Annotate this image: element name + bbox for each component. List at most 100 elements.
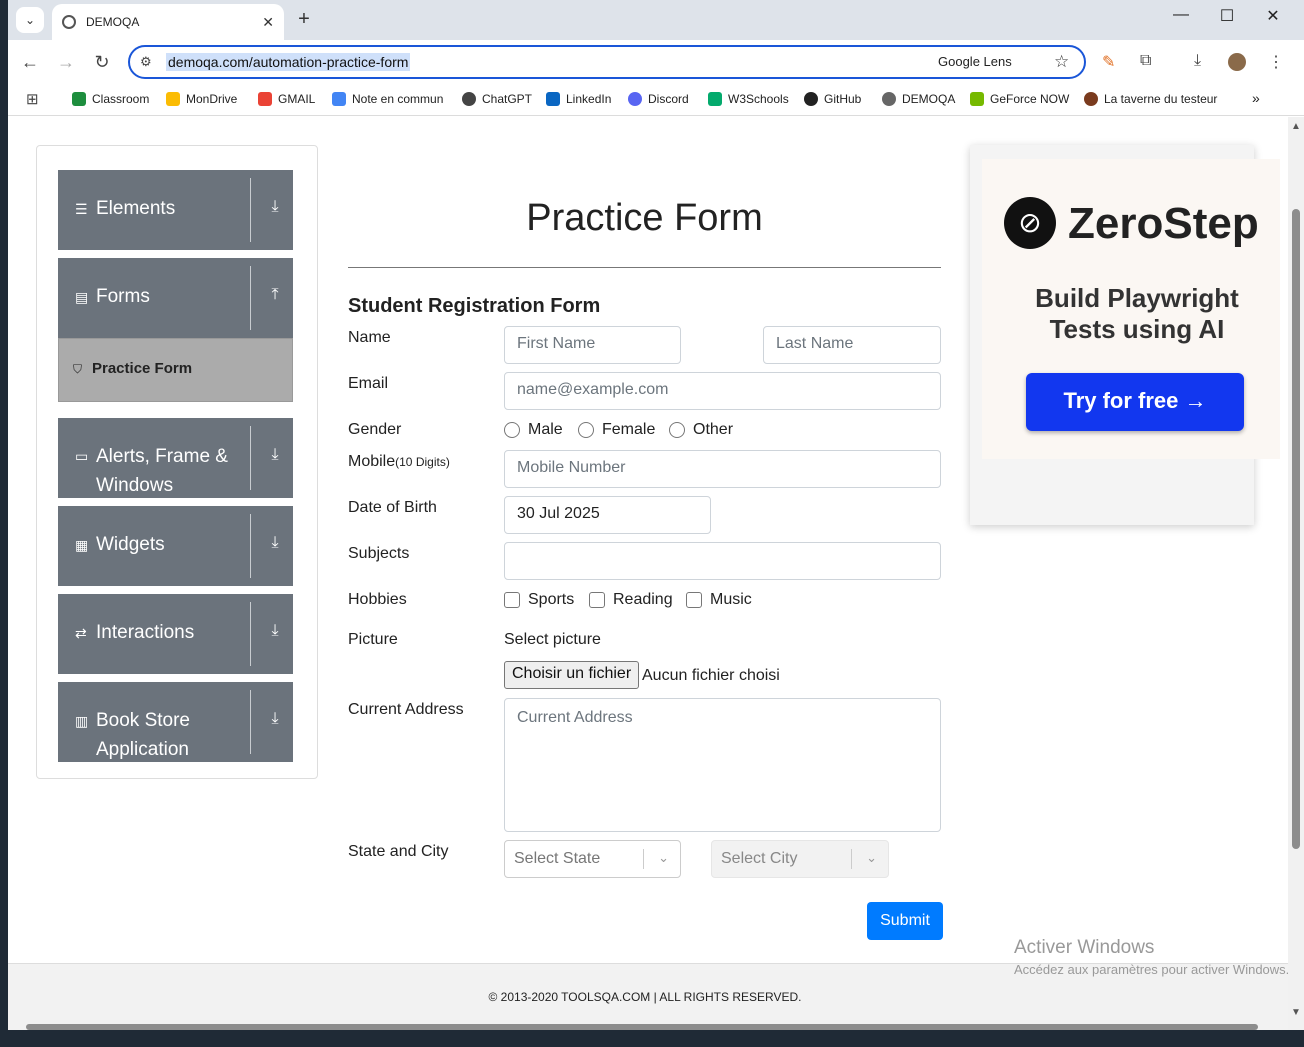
site-info-icon[interactable]: ⚙ [140, 54, 152, 70]
tab-search-button[interactable]: ⌄ [16, 7, 44, 33]
checkbox[interactable] [686, 592, 702, 608]
try-for-free-button[interactable]: Try for free → [1026, 373, 1244, 431]
city-select[interactable]: Select City ⌄ [711, 840, 889, 878]
sidebar-group-label: Elements [96, 198, 176, 219]
vertical-scrollbar[interactable]: ▲ ▼ [1288, 117, 1304, 1030]
zerostep-ad[interactable]: ⊘ ZeroStep Build Playwright Tests using … [970, 145, 1280, 525]
bookmark-discord[interactable]: Discord [628, 92, 689, 106]
bookmark-gmail[interactable]: GMAIL [258, 92, 315, 106]
close-window-button[interactable]: ✕ [1250, 6, 1296, 26]
radio-circle[interactable] [669, 422, 685, 438]
radio-circle[interactable] [504, 422, 520, 438]
tab-title: DEMOQA [86, 15, 140, 29]
extensions-icon[interactable]: ⧉ [1140, 52, 1151, 70]
chevron-down-icon[interactable]: ⤓ [265, 622, 285, 646]
picture-label: Picture [348, 631, 398, 648]
choose-file-button[interactable]: Choisir un fichier [504, 661, 640, 689]
sidebar-group-book-store[interactable]: ▥ Book Store Application ⤓ [58, 682, 293, 762]
browser-window: ⌄ DEMOQA ✕ + — ☐ ✕ ← → ↻ ⚙ demoqa.com/au… [8, 0, 1304, 1030]
divider [250, 690, 251, 754]
download-icon[interactable]: ⤓ [1194, 52, 1201, 70]
apps-grid-icon[interactable]: ⊞ [26, 90, 39, 108]
gender-radio-other[interactable]: Other [669, 421, 733, 439]
mobile-label: Mobile(10 Digits) [348, 453, 450, 470]
bookmark-classroom[interactable]: Classroom [72, 92, 149, 106]
gender-radio-male[interactable]: Male [504, 421, 563, 439]
sidebar-group-label: Widgets [96, 534, 165, 555]
sidebar-group-widgets[interactable]: ▦ Widgets ⤓ [58, 506, 293, 586]
bookmark-geforce-now[interactable]: GeForce NOW [970, 92, 1069, 106]
state-city-label: State and City [348, 843, 449, 860]
reload-button[interactable]: ↻ [90, 50, 114, 74]
file-status: Aucun fichier choisi [642, 667, 780, 684]
scroll-down-icon[interactable]: ▼ [1291, 1007, 1301, 1018]
scroll-up-icon[interactable]: ▲ [1291, 121, 1301, 132]
chatgpt-icon [462, 92, 476, 106]
hobby-checkbox-reading[interactable]: Reading [589, 591, 673, 609]
sidebar-group-elements[interactable]: ☰ Elements ⤓ [58, 170, 293, 250]
tab-demoqa[interactable]: DEMOQA ✕ [52, 4, 284, 40]
state-select[interactable]: Select State ⌄ [504, 840, 681, 878]
submit-button[interactable]: Submit [867, 902, 943, 940]
sidebar-group-alerts[interactable]: ▭ Alerts, Frame & Windows ⤓ [58, 418, 293, 498]
sidebar-group-forms[interactable]: ▤ Forms ⤒ [58, 258, 293, 338]
bookmark-star-icon[interactable]: ☆ [1054, 52, 1069, 72]
document-icon: ▤ [75, 289, 89, 305]
interactions-icon: ⇄ [75, 625, 87, 641]
radio-circle[interactable] [578, 422, 594, 438]
last-name-input[interactable]: Last Name [763, 326, 941, 364]
maximize-button[interactable]: ☐ [1204, 6, 1250, 26]
new-tab-button[interactable]: + [292, 8, 316, 32]
github-icon [804, 92, 818, 106]
windows-activation-subtitle: Accédez aux paramètres pour activer Wind… [1014, 962, 1290, 977]
dob-label: Date of Birth [348, 499, 437, 516]
form-section-title: Student Registration Form [348, 295, 601, 317]
divider [250, 426, 251, 490]
minimize-button[interactable]: — [1158, 6, 1204, 24]
chevron-up-icon[interactable]: ⤒ [265, 286, 285, 310]
chevron-down-icon[interactable]: ⤓ [265, 534, 285, 558]
bookmark-note-en-commun[interactable]: Note en commun [332, 92, 443, 106]
sidebar-group-label: Forms [96, 286, 150, 307]
google-lens-button[interactable]: Google Lens [938, 54, 1012, 69]
checkbox[interactable] [589, 592, 605, 608]
left-panel: ☰ Elements ⤓ ▤ Forms ⤒ ⛉ Practice Form ▭… [36, 145, 318, 779]
more-bookmarks-icon[interactable]: » [1252, 90, 1260, 106]
menu-icon[interactable]: ⋮ [1268, 52, 1284, 72]
tab-close-icon[interactable]: ✕ [262, 14, 274, 31]
hamburger-icon: ☰ [75, 201, 88, 217]
drive-icon [332, 92, 346, 106]
checkbox[interactable] [504, 592, 520, 608]
current-address-textarea[interactable]: Current Address [504, 698, 941, 832]
chevron-down-icon[interactable]: ⌄ [658, 850, 669, 866]
sidebar-item-practice-form[interactable]: ⛉ Practice Form [58, 338, 293, 402]
bookmark-w3schools[interactable]: W3Schools [708, 92, 789, 106]
subjects-input[interactable] [504, 542, 941, 580]
first-name-input[interactable]: First Name [504, 326, 681, 364]
forward-button[interactable]: → [54, 50, 78, 74]
bookmark-linkedin[interactable]: LinkedIn [546, 92, 611, 106]
address-bar[interactable]: ⚙ demoqa.com/automation-practice-form Go… [128, 45, 1086, 79]
hobby-checkbox-music[interactable]: Music [686, 591, 752, 609]
pen-extension-icon[interactable]: ✎ [1102, 52, 1115, 72]
chevron-down-icon[interactable]: ⤓ [265, 446, 285, 470]
mobile-input[interactable]: Mobile Number [504, 450, 941, 488]
horizontal-scrollbar[interactable] [26, 1024, 1258, 1030]
scrollbar-thumb[interactable] [1292, 209, 1300, 849]
chevron-down-icon[interactable]: ⌄ [866, 850, 877, 866]
dob-input[interactable]: 30 Jul 2025 [504, 496, 711, 534]
bookmark-github[interactable]: GitHub [804, 92, 861, 106]
bookmark-la-taverne[interactable]: La taverne du testeur [1084, 92, 1217, 106]
chevron-down-icon[interactable]: ⤓ [265, 710, 285, 734]
bookmark-mondrive[interactable]: MonDrive [166, 92, 237, 106]
url-text[interactable]: demoqa.com/automation-practice-form [166, 53, 411, 71]
gender-radio-female[interactable]: Female [578, 421, 655, 439]
sidebar-group-interactions[interactable]: ⇄ Interactions ⤓ [58, 594, 293, 674]
bookmark-demoqa[interactable]: DEMOQA [882, 92, 955, 106]
bookmark-chatgpt[interactable]: ChatGPT [462, 92, 532, 106]
chevron-down-icon[interactable]: ⤓ [265, 198, 285, 222]
hobby-checkbox-sports[interactable]: Sports [504, 591, 574, 609]
email-input[interactable]: name@example.com [504, 372, 941, 410]
back-button[interactable]: ← [18, 50, 42, 74]
profile-avatar[interactable] [1228, 53, 1246, 71]
